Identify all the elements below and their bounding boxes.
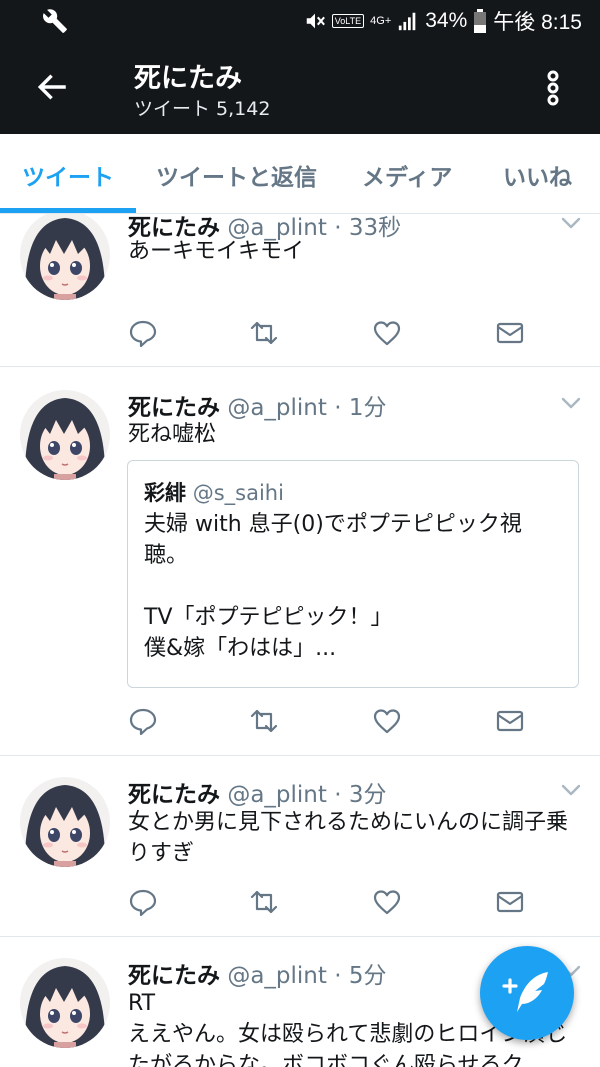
battery-percent: 34% [425,9,468,32]
tab-likes[interactable]: いいね [503,158,572,192]
status-icons: VoLTE 4G+ 34% 午後 8:15 [304,0,582,42]
separator-dot: · [334,782,342,808]
compose-tweet-button[interactable] [480,946,574,1040]
chevron-down-icon[interactable] [560,396,582,410]
tweet-header: 死にたみ @a_plint · 1分 [128,388,386,422]
avatar[interactable] [20,958,110,1048]
status-bar: VoLTE 4G+ 34% 午後 8:15 [0,0,600,42]
retweet-icon[interactable] [249,318,279,348]
tweet-author-name[interactable]: 死にたみ [128,395,220,421]
chevron-down-icon[interactable] [560,783,582,797]
clock: 午後 8:15 [493,11,582,34]
more-options-icon[interactable] [538,68,568,108]
tab-tweets-and-replies[interactable]: ツイートと返信 [156,158,317,192]
direct-message-icon[interactable] [495,887,525,917]
retweet-icon[interactable] [249,706,279,736]
tab-tweets[interactable]: ツイート [22,158,114,192]
battery-icon [474,9,487,33]
tweet-timestamp: 3分 [348,782,387,808]
direct-message-icon[interactable] [495,318,525,348]
like-heart-icon[interactable] [372,887,402,917]
tweet[interactable]: 死にたみ @a_plint · 3分 女とか男に見下されるためにいんのに調子乗り… [0,757,600,937]
tweet-text: 死ね嘘松 [128,422,217,447]
tweet-author-handle[interactable]: @a_plint [227,395,327,421]
tweet-author-handle[interactable]: @a_plint [227,963,327,989]
like-heart-icon[interactable] [372,706,402,736]
tweet-author-name[interactable]: 死にたみ [128,782,220,808]
tweet-actions [128,887,528,917]
tweet[interactable]: 死にたみ @a_plint · 1分 死ね嘘松 彩緋 @s_saihi 夫婦 w… [0,368,600,756]
avatar[interactable] [20,214,110,300]
quoted-author-name: 彩緋 [144,481,186,505]
tweet[interactable]: 死にたみ @a_plint · 33秒 あーキモイキモイ [0,214,600,367]
separator-dot: · [334,395,342,421]
retweet-icon[interactable] [249,887,279,917]
active-tab-indicator [0,208,136,213]
direct-message-icon[interactable] [495,706,525,736]
like-heart-icon[interactable] [372,318,402,348]
4g-icon: 4G+ [370,15,392,27]
tweet-actions [128,318,528,348]
quoted-author-handle: @s_saihi [192,481,284,505]
reply-icon[interactable] [128,318,158,348]
profile-name: 死にたみ [134,63,242,94]
quoted-tweet[interactable]: 彩緋 @s_saihi 夫婦 with 息子(0)でポプテピピック視聴。 TV「… [127,460,579,688]
tweet-timestamp: 1分 [348,395,387,421]
reply-icon[interactable] [128,706,158,736]
tweet-text: 女とか男に見下されるためにいんのに調子乗りすぎ [128,810,569,866]
volte-icon: VoLTE [331,14,365,28]
profile-header: 死にたみ ツイート 5,142 [0,42,600,134]
tab-media[interactable]: メディア [362,158,452,192]
avatar[interactable] [20,777,110,867]
tweet-count: ツイート 5,142 [134,98,271,120]
separator-dot: · [334,963,342,989]
avatar[interactable] [20,390,110,480]
back-arrow-icon[interactable] [36,70,70,104]
compose-feather-icon [502,972,548,1012]
wrench-icon [43,9,67,33]
reply-icon[interactable] [128,887,158,917]
tweet-header: 死にたみ @a_plint · 5分 [128,956,386,990]
tweet-timestamp: 5分 [348,963,387,989]
quoted-tweet-text: 夫婦 with 息子(0)でポプテピピック視聴。 TV「ポプテピピック！」 僕&… [144,512,522,661]
chevron-down-icon[interactable] [560,216,582,230]
tweet-actions [128,706,528,736]
tweet-header: 死にたみ @a_plint · 3分 [128,775,386,809]
tweet-author-handle[interactable]: @a_plint [227,782,327,808]
signal-icon [399,12,416,31]
tweet-text: あーキモイキモイ [128,239,305,264]
quoted-tweet-header: 彩緋 @s_saihi [144,477,284,507]
tweet-author-name[interactable]: 死にたみ [128,963,220,989]
profile-tabs: ツイート ツイートと返信 メディア いいね [0,134,600,214]
mute-icon [306,13,325,29]
